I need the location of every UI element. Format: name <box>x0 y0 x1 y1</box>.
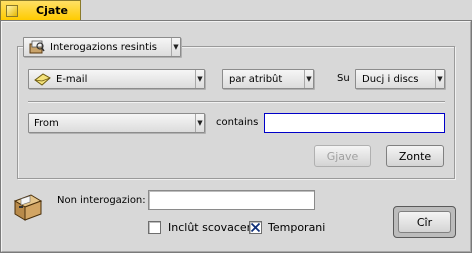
include-trash-label[interactable]: Inclût scovacere <box>168 221 258 234</box>
window-tab[interactable]: Cjate <box>0 0 81 20</box>
chevron-down-icon: ▼ <box>435 70 444 88</box>
volume-prefix-label: Su <box>337 73 350 84</box>
include-trash-checkbox[interactable] <box>148 221 161 234</box>
checkmark-icon <box>250 222 261 233</box>
attribute-menu[interactable]: From ▼ <box>28 113 205 133</box>
chevron-down-icon: ▼ <box>195 70 204 88</box>
operator-label: contains <box>216 117 259 128</box>
recent-queries-label: Interogazions resintis <box>50 42 157 53</box>
add-button[interactable]: Zonte <box>386 145 444 167</box>
remove-button[interactable]: Gjave <box>314 145 371 167</box>
file-type-menu[interactable]: E-mail ▼ <box>28 69 205 89</box>
attribute-value-input[interactable] <box>264 113 445 133</box>
search-button[interactable]: Cîr <box>398 211 451 233</box>
volume-menu[interactable]: Ducj i discs ▼ <box>355 69 445 89</box>
close-box-icon[interactable] <box>6 5 18 17</box>
chevron-down-icon: ▼ <box>304 70 313 88</box>
temporary-checkbox[interactable] <box>249 221 262 234</box>
divider <box>28 101 445 103</box>
temporary-label[interactable]: Temporani <box>268 221 325 234</box>
query-name-input[interactable] <box>148 190 315 210</box>
search-mode-label: par atribût <box>229 74 283 85</box>
volume-label: Ducj i discs <box>362 74 419 85</box>
chevron-down-icon: ▼ <box>171 38 180 56</box>
envelope-icon <box>34 73 51 89</box>
recent-queries-menu[interactable]: Interogazions resintis ▼ <box>23 37 181 57</box>
query-name-label: Non interogazion: <box>57 195 146 206</box>
attribute-label: From <box>34 118 59 129</box>
query-folder-icon <box>29 40 45 57</box>
file-type-label: E-mail <box>56 74 88 85</box>
file-drawer-icon <box>13 193 43 224</box>
window-title: Cjate <box>36 4 68 17</box>
chevron-down-icon: ▼ <box>195 114 204 132</box>
search-mode-menu[interactable]: par atribût ▼ <box>222 69 314 89</box>
